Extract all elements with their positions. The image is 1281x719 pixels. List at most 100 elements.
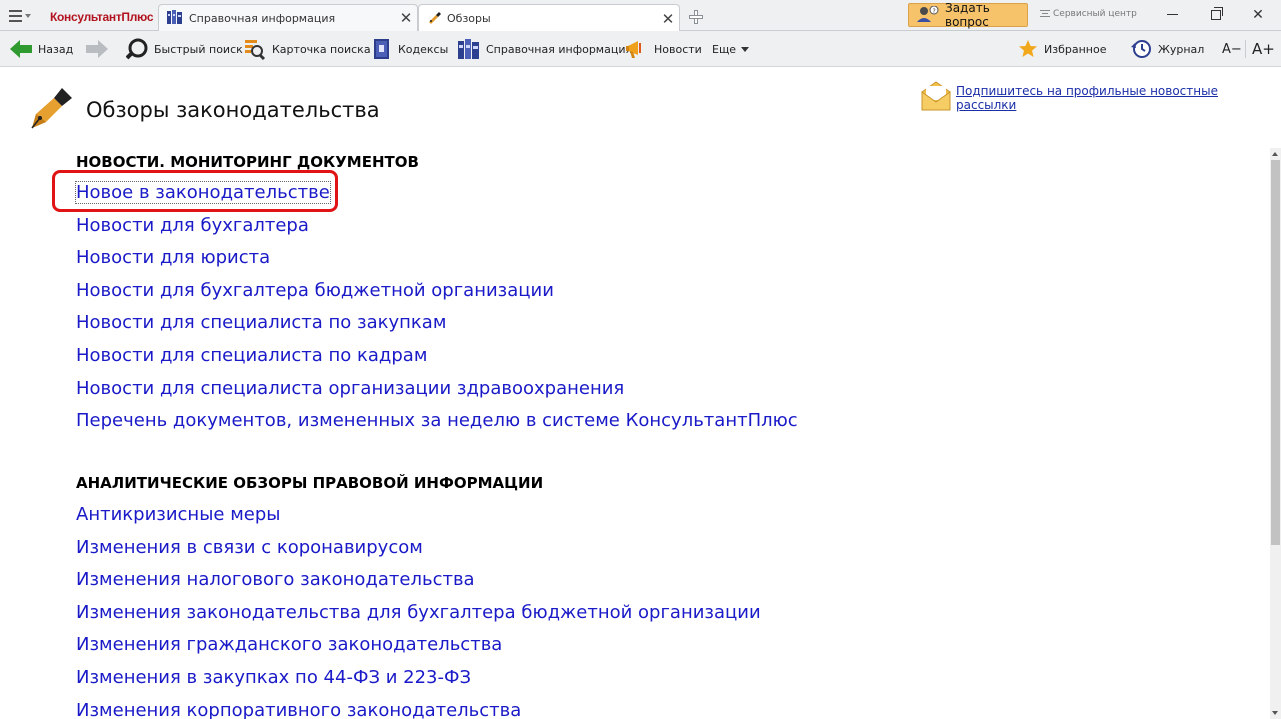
minimize-icon <box>1166 14 1178 15</box>
more-menu-button[interactable]: Еще <box>712 31 750 67</box>
list-item[interactable]: Перечень документов, измененных за недел… <box>76 405 798 438</box>
search-icon <box>126 38 148 60</box>
tab-reviews[interactable]: Обзоры ✕ <box>418 4 680 32</box>
more-label: Еще <box>712 42 737 56</box>
list-item[interactable]: Новости для специалиста организации здра… <box>76 373 798 406</box>
restore-icon <box>1211 6 1223 20</box>
close-icon: ✕ <box>1252 6 1264 23</box>
chevron-down-icon <box>741 46 750 52</box>
list-item-link[interactable]: Новости для бухгалтера <box>76 215 309 236</box>
list-item[interactable]: Изменения корпоративного законодательств… <box>76 695 761 719</box>
hamburger-icon <box>9 9 22 22</box>
list-item-link[interactable]: Новости для юриста <box>76 247 270 268</box>
search-card-icon <box>244 38 266 60</box>
toolbar-separator <box>1245 40 1246 58</box>
search-card-label: Карточка поиска <box>272 42 371 56</box>
link-list: Антикризисные меры Изменения в связи с к… <box>76 499 761 719</box>
news-button[interactable]: Новости <box>626 31 702 67</box>
list-item-link[interactable]: Новости для специалиста по закупкам <box>76 312 446 333</box>
star-icon <box>1018 39 1038 59</box>
list-item-link[interactable]: Новости для специалиста организации здра… <box>76 378 624 399</box>
pen-icon <box>26 84 74 136</box>
list-item[interactable]: Изменения в связи с коронавирусом <box>76 532 761 565</box>
envelope-icon <box>920 80 952 116</box>
journal-button[interactable]: Журнал <box>1130 31 1204 67</box>
close-icon[interactable]: ✕ <box>657 10 679 28</box>
list-item[interactable]: Антикризисные меры <box>76 499 761 532</box>
list-item[interactable]: Изменения налогового законодательства <box>76 564 761 597</box>
megaphone-icon <box>626 39 648 59</box>
service-center-link[interactable]: Сервисный центр <box>1040 8 1137 20</box>
back-label: Назад <box>38 42 74 56</box>
list-item-link[interactable]: Перечень документов, измененных за недел… <box>76 410 798 431</box>
list-item-link[interactable]: Антикризисные меры <box>76 504 281 525</box>
books-icon <box>167 9 183 27</box>
subscribe-block[interactable]: Подпишитесь на профильные новостные расс… <box>920 80 1270 116</box>
list-item[interactable]: Новости для специалиста по кадрам <box>76 340 798 373</box>
list-item-link[interactable]: Новости для бухгалтера бюджетной организ… <box>76 280 554 301</box>
quick-search-button[interactable]: Быстрый поиск <box>126 31 243 67</box>
reference-info-label: Справочная информация <box>486 42 633 56</box>
ask-question-button[interactable]: ? Задать вопрос <box>908 1 1028 29</box>
minimize-button[interactable] <box>1150 0 1194 29</box>
vertical-scrollbar[interactable] <box>1270 148 1281 719</box>
list-item[interactable]: Новости для бухгалтера <box>76 210 798 243</box>
codexes-button[interactable]: Кодексы <box>372 31 448 67</box>
list-item-link[interactable]: Новости для специалиста по кадрам <box>76 345 427 366</box>
forward-button[interactable] <box>86 31 114 67</box>
close-window-button[interactable]: ✕ <box>1236 0 1280 29</box>
new-tab-button[interactable] <box>682 5 710 29</box>
history-clock-icon <box>1130 39 1152 59</box>
list-item[interactable]: Новости для бухгалтера бюджетной организ… <box>76 275 798 308</box>
back-button[interactable]: Назад <box>10 31 73 67</box>
consultant-icon: ? <box>917 5 939 25</box>
svg-text:?: ? <box>933 8 936 15</box>
list-item[interactable]: Новости для юриста <box>76 242 798 275</box>
list-item[interactable]: Изменения законодательства для бухгалтер… <box>76 597 761 630</box>
restore-button[interactable] <box>1194 0 1238 29</box>
highlight-annotation <box>52 170 338 212</box>
page-content: Обзоры законодательства Подпишитесь на п… <box>0 68 1270 719</box>
list-item-link[interactable]: Изменения в закупках по 44-ФЗ и 223-ФЗ <box>76 667 471 688</box>
list-item-link[interactable]: Изменения в связи с коронавирусом <box>76 537 423 558</box>
plus-icon <box>689 10 703 24</box>
pen-icon <box>427 10 441 27</box>
arrow-right-icon <box>86 40 108 58</box>
favorites-label: Избранное <box>1044 42 1107 56</box>
service-center-label: Сервисный центр <box>1053 9 1137 19</box>
list-item[interactable]: Новости для специалиста по закупкам <box>76 307 798 340</box>
close-icon[interactable]: ✕ <box>395 9 417 27</box>
tab-reference[interactable]: Справочная информация ✕ <box>158 4 418 31</box>
scroll-up-icon[interactable] <box>1272 152 1278 156</box>
list-item-link[interactable]: Изменения корпоративного законодательств… <box>76 700 521 719</box>
reference-info-button[interactable]: Справочная информация <box>458 31 632 67</box>
service-icon <box>1040 8 1050 20</box>
journal-label: Журнал <box>1158 42 1205 56</box>
section-title: АНАЛИТИЧЕСКИЕ ОБЗОРЫ ПРАВОВОЙ ИНФОРМАЦИИ <box>76 474 544 492</box>
main-toolbar: Назад Быстрый поиск Карточка поиска Коде… <box>0 31 1281 67</box>
quick-search-label: Быстрый поиск <box>154 42 243 56</box>
scrollbar-thumb[interactable] <box>1271 160 1280 545</box>
font-increase-button[interactable]: A+ <box>1252 31 1275 67</box>
main-menu-button[interactable] <box>0 0 40 31</box>
tab-label: Обзоры <box>447 12 491 25</box>
favorites-button[interactable]: Избранное <box>1018 31 1106 67</box>
codexes-label: Кодексы <box>398 42 449 56</box>
page-title: Обзоры законодательства <box>86 98 380 122</box>
list-item-link[interactable]: Изменения налогового законодательства <box>76 569 475 590</box>
section-title: НОВОСТИ. МОНИТОРИНГ ДОКУМЕНТОВ <box>76 153 419 171</box>
subscribe-link[interactable]: Подпишитесь на профильные новостные расс… <box>956 84 1270 112</box>
news-label: Новости <box>654 42 702 56</box>
brand-logo[interactable]: КонсультантПлюс <box>40 3 158 31</box>
codex-book-icon <box>372 38 392 60</box>
list-item[interactable]: Изменения в закупках по 44-ФЗ и 223-ФЗ <box>76 662 761 695</box>
list-item[interactable]: Изменения гражданского законодательства <box>76 629 761 662</box>
link-list: Новое в законодательстве Новости для бух… <box>75 177 798 438</box>
scroll-down-icon[interactable] <box>1272 711 1278 715</box>
arrow-left-icon <box>10 40 32 58</box>
list-item-link[interactable]: Изменения законодательства для бухгалтер… <box>76 602 761 623</box>
search-card-button[interactable]: Карточка поиска <box>244 31 371 67</box>
tab-bar: КонсультантПлюс Справочная информация ✕ … <box>0 0 1281 32</box>
font-decrease-button[interactable]: A− <box>1222 31 1242 67</box>
list-item-link[interactable]: Изменения гражданского законодательства <box>76 634 502 655</box>
